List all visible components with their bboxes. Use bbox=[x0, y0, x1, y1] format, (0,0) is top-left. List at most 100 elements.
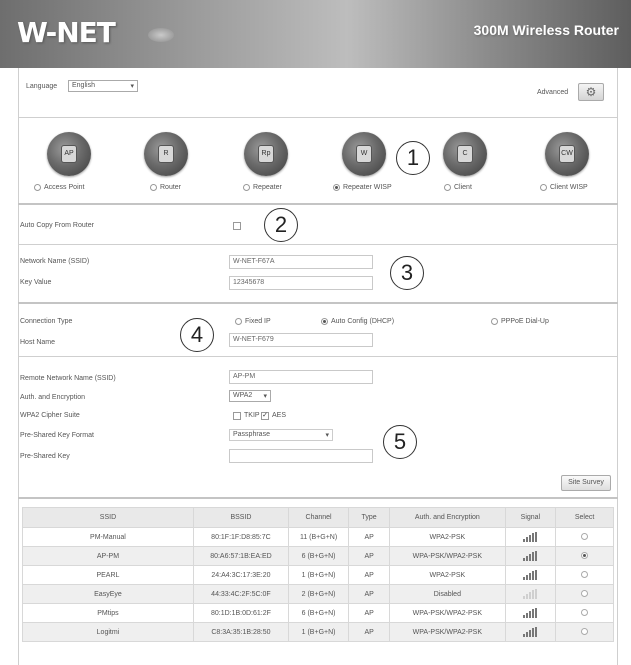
table-cell-auth: WPA-PSK/WPA2-PSK bbox=[389, 546, 506, 566]
connection-radio-fixed-ip[interactable] bbox=[235, 318, 242, 325]
callout-4: 4 bbox=[180, 318, 214, 352]
column-header: Auth. and Encryption bbox=[389, 507, 506, 528]
table-cell-ssid: PEARL bbox=[22, 565, 194, 585]
host-name-input[interactable]: W-NET-F679 bbox=[229, 333, 373, 347]
host-name-label: Host Name bbox=[20, 339, 56, 346]
psk-input[interactable] bbox=[229, 449, 373, 463]
table-cell-type: AP bbox=[348, 565, 391, 585]
table-cell-ssid: PM-Manual bbox=[22, 527, 194, 547]
callout-1: 1 bbox=[396, 141, 430, 175]
table-cell-signal bbox=[504, 565, 557, 585]
select-network-radio[interactable] bbox=[581, 533, 589, 541]
mode-radio-access-point[interactable] bbox=[34, 184, 41, 191]
table-row[interactable]: PMtips 80:1D:1B:0D:61:2F 6 (B+G+N) AP WPA-PS… bbox=[22, 603, 614, 623]
access-point-mode-icon[interactable]: AP bbox=[47, 132, 91, 176]
select-network-radio[interactable] bbox=[581, 628, 589, 636]
table-cell-select bbox=[555, 565, 614, 585]
table-cell-signal bbox=[504, 584, 557, 604]
auto-copy-label: Auto Copy From Router bbox=[20, 222, 94, 229]
language-label: Language bbox=[26, 83, 58, 90]
mode-radio-client[interactable] bbox=[444, 184, 451, 191]
client-wisp-mode-icon[interactable]: CW bbox=[545, 132, 589, 176]
site-survey-button[interactable]: Site Survey bbox=[561, 475, 611, 491]
auth-encryption-value: WPA2 bbox=[233, 392, 253, 399]
table-cell-bssid: 44:33:4C:2F:5C:0F bbox=[192, 584, 289, 604]
select-network-radio[interactable] bbox=[581, 552, 589, 560]
divider bbox=[18, 203, 618, 205]
table-row[interactable]: PEARL 24:A4:3C:17:3E:20 1 (B+G+N) AP WPA2-PS… bbox=[22, 565, 614, 585]
table-cell-auth: WPA2-PSK bbox=[389, 527, 506, 547]
tkip-label: TKIP bbox=[244, 412, 260, 419]
table-row[interactable]: PM-Manual 80:1F:1F:D8:85:7C 11 (B+G+N) AP WP… bbox=[22, 527, 614, 547]
table-cell-channel: 11 (B+G+N) bbox=[287, 527, 350, 547]
aes-checkbox[interactable]: ✓ bbox=[261, 412, 269, 420]
table-cell-ssid: PMtips bbox=[22, 603, 194, 623]
language-select[interactable]: English ▾ bbox=[68, 80, 138, 92]
mode-label: Router bbox=[160, 184, 182, 191]
auto-copy-checkbox[interactable] bbox=[233, 222, 241, 230]
repeater-wisp-mode-icon[interactable]: W bbox=[342, 132, 386, 176]
connection-option-label: PPPoE Dial-Up bbox=[501, 318, 549, 325]
callout-3: 3 bbox=[390, 256, 424, 290]
table-cell-type: AP bbox=[348, 603, 391, 623]
ssid-input[interactable]: W-NET-F67A bbox=[229, 255, 373, 269]
select-network-radio[interactable] bbox=[581, 571, 589, 579]
table-cell-bssid: 80:1F:1F:D8:85:7C bbox=[192, 527, 289, 547]
mode-label: Access Point bbox=[44, 184, 85, 191]
divider bbox=[18, 356, 618, 357]
connection-radio-dhcp[interactable] bbox=[321, 318, 328, 325]
tkip-checkbox[interactable] bbox=[233, 412, 241, 420]
table-cell-bssid: 80:1D:1B:0D:61:2F bbox=[192, 603, 289, 623]
mode-radio-repeater-wisp[interactable] bbox=[333, 184, 340, 191]
select-network-radio[interactable] bbox=[581, 590, 589, 598]
table-cell-bssid: 24:A4:3C:17:3E:20 bbox=[192, 565, 289, 585]
table-cell-auth: WPA-PSK/WPA2-PSK bbox=[389, 622, 506, 642]
remote-ssid-input[interactable]: AP-PM bbox=[229, 370, 373, 384]
table-row[interactable]: EasyEye 44:33:4C:2F:5C:0F 2 (B+G+N) AP Disab… bbox=[22, 584, 614, 604]
connection-option-label: Fixed IP bbox=[245, 318, 271, 325]
column-header: SSID bbox=[22, 507, 194, 528]
callout-2: 2 bbox=[264, 208, 298, 242]
table-row[interactable]: Logitmi C8:3A:35:1B:28:50 1 (B+G+N) AP WPA-P… bbox=[22, 622, 614, 642]
client-mode-icon[interactable]: C bbox=[443, 132, 487, 176]
table-cell-channel: 6 (B+G+N) bbox=[287, 603, 350, 623]
auth-encryption-select[interactable]: WPA2 ▾ bbox=[229, 390, 271, 402]
table-cell-bssid: C8:3A:35:1B:28:50 bbox=[192, 622, 289, 642]
connection-radio-pppoe[interactable] bbox=[491, 318, 498, 325]
psk-label: Pre-Shared Key bbox=[20, 453, 70, 460]
divider bbox=[18, 302, 618, 304]
dropdown-caret-icon: ▾ bbox=[325, 432, 329, 439]
table-cell-select bbox=[555, 546, 614, 566]
key-input[interactable]: 12345678 bbox=[229, 276, 373, 290]
advanced-settings-button[interactable]: ⚙ bbox=[578, 83, 604, 101]
checkmark-icon: ✓ bbox=[262, 412, 268, 419]
header-banner: W-NET 300M Wireless Router bbox=[0, 0, 631, 68]
psk-format-select[interactable]: Passphrase ▾ bbox=[229, 429, 333, 441]
divider bbox=[18, 244, 618, 245]
repeater-mode-icon[interactable]: Rp bbox=[244, 132, 288, 176]
mode-radio-router[interactable] bbox=[150, 184, 157, 191]
table-cell-bssid: 80:A6:57:1B:EA:ED bbox=[192, 546, 289, 566]
table-cell-select bbox=[555, 527, 614, 547]
table-cell-auth: Disabled bbox=[389, 584, 506, 604]
aes-label: AES bbox=[272, 412, 287, 419]
remote-ssid-label: Remote Network Name (SSID) bbox=[20, 375, 116, 382]
divider bbox=[18, 497, 618, 499]
table-cell-channel: 6 (B+G+N) bbox=[287, 546, 350, 566]
table-row[interactable]: AP-PM 80:A6:57:1B:EA:ED 6 (B+G+N) AP WPA-PSK… bbox=[22, 546, 614, 566]
column-header: BSSID bbox=[192, 507, 289, 528]
advanced-label: Advanced bbox=[537, 89, 569, 96]
signal-strength-icon bbox=[522, 608, 538, 618]
mode-radio-client-wisp[interactable] bbox=[540, 184, 547, 191]
router-mode-icon[interactable]: R bbox=[144, 132, 188, 176]
select-network-radio[interactable] bbox=[581, 609, 589, 617]
mode-radio-repeater[interactable] bbox=[243, 184, 250, 191]
table-cell-auth: WPA2-PSK bbox=[389, 565, 506, 585]
table-cell-signal bbox=[504, 527, 557, 547]
key-label: Key Value bbox=[20, 279, 52, 286]
auth-encryption-label: Auth. and Encryption bbox=[20, 394, 85, 401]
callout-5: 5 bbox=[383, 425, 417, 459]
cipher-suite-label: WPA2 Cipher Suite bbox=[20, 412, 80, 419]
table-cell-select bbox=[555, 603, 614, 623]
signal-strength-icon bbox=[522, 532, 538, 542]
